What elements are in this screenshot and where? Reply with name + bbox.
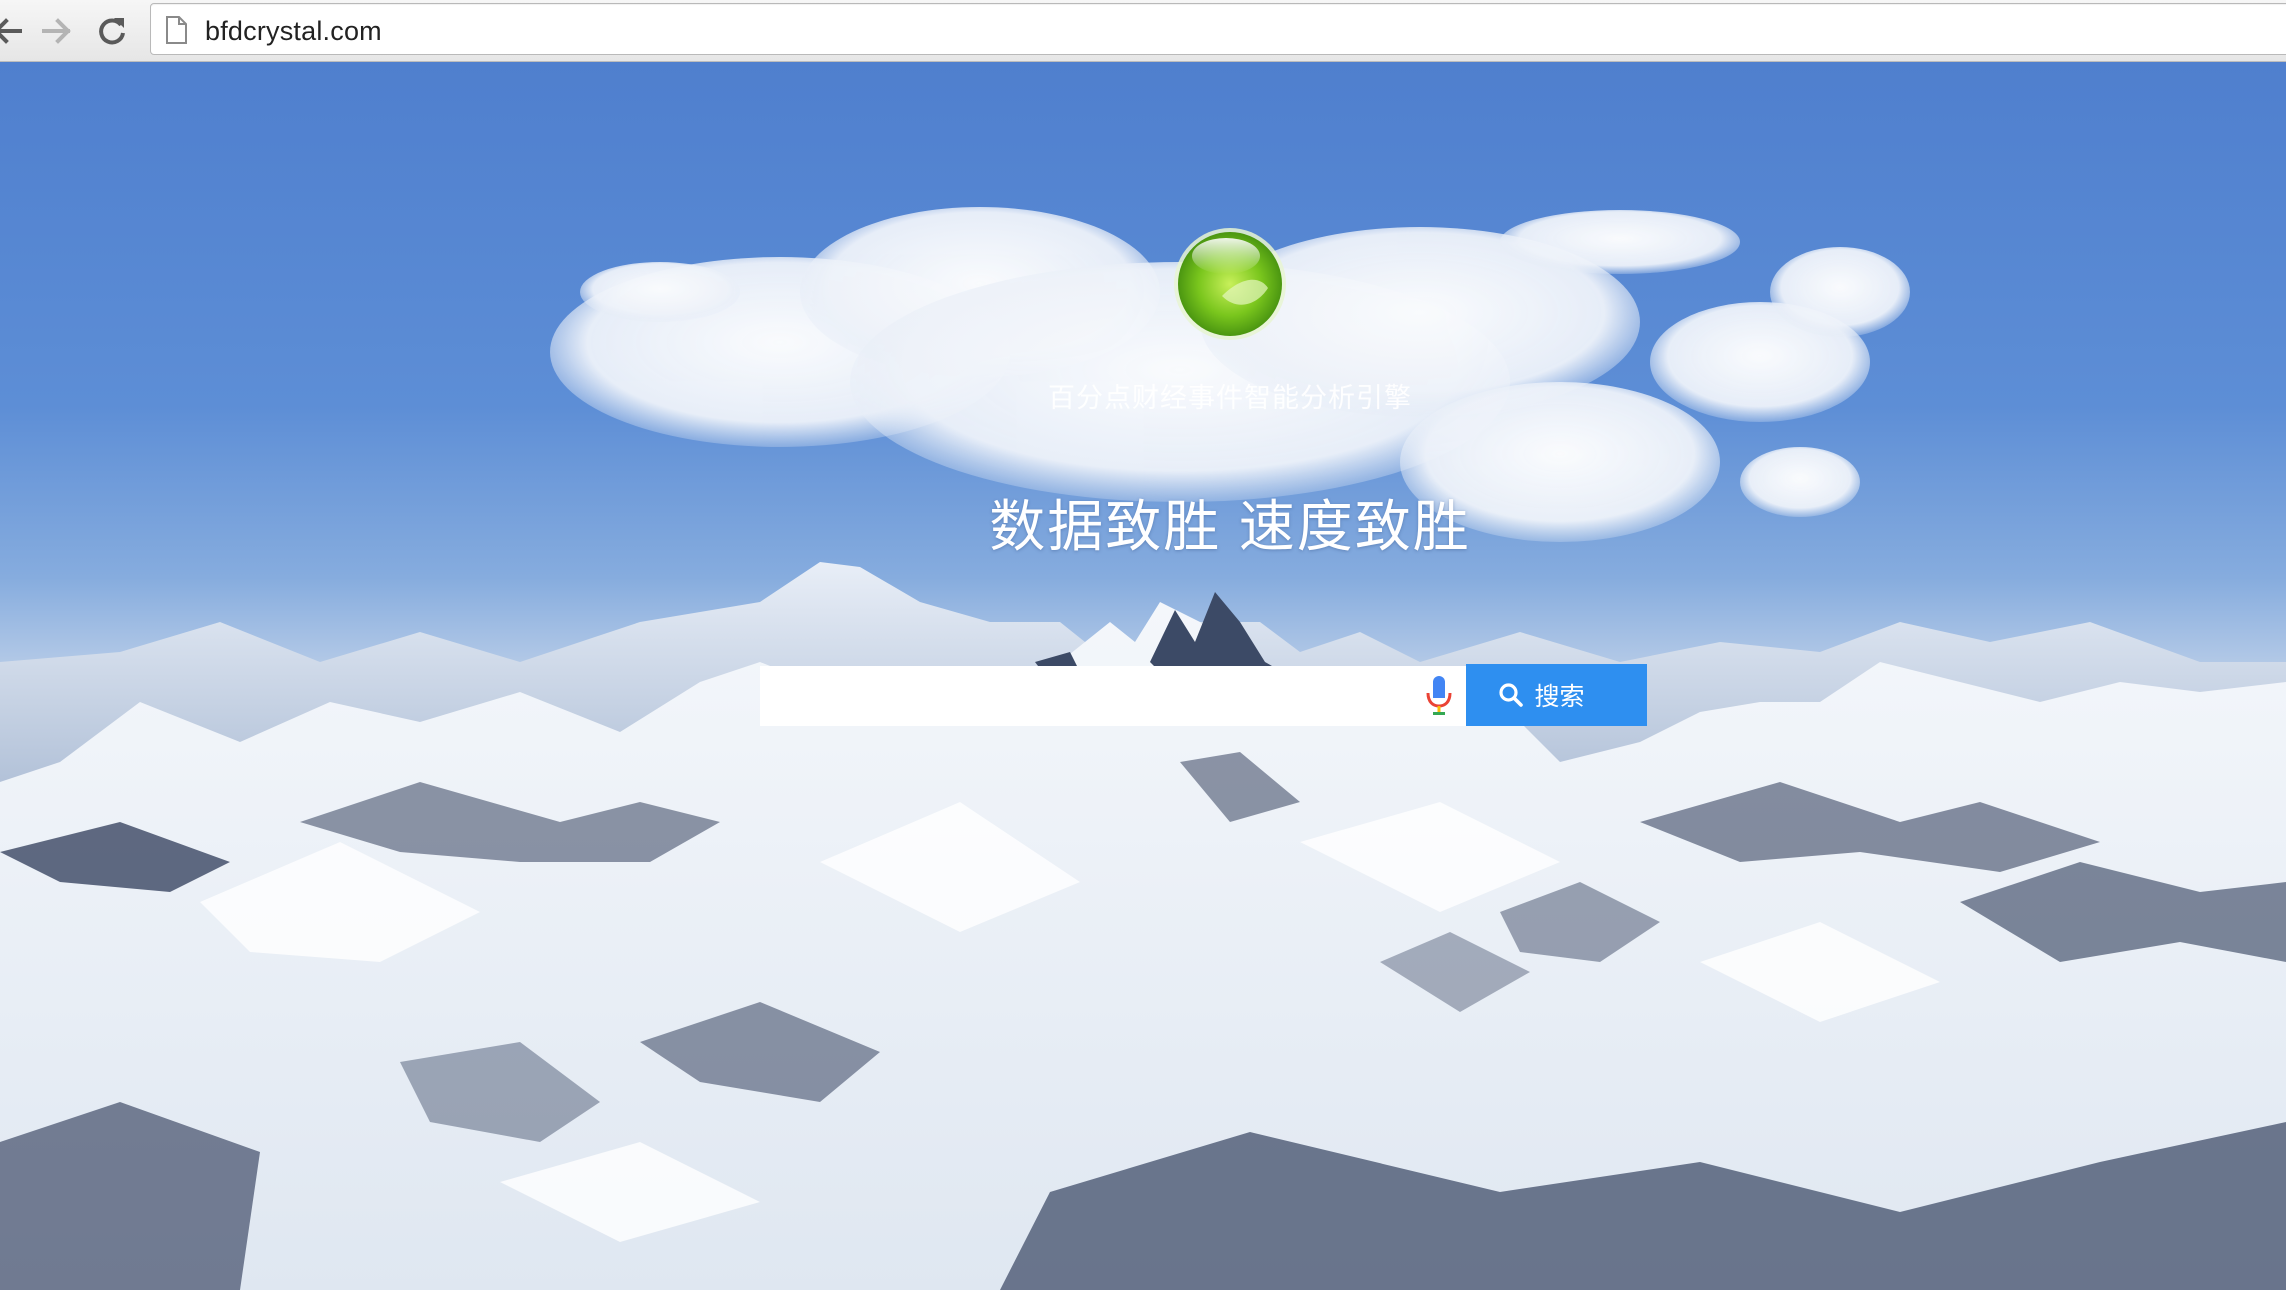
slogan-heading: 数据致胜 速度致胜 (989, 495, 1471, 558)
search-form: 搜索 (760, 664, 1648, 726)
back-button[interactable] (0, 9, 30, 53)
search-button[interactable]: 搜索 (1466, 664, 1647, 726)
microphone-icon[interactable] (1424, 674, 1454, 718)
page-viewport: 百分点财经事件智能分析引擎 数据致胜 速度致胜 搜索 (0, 62, 2286, 1290)
page-icon (166, 16, 187, 44)
url-text: bfdcrystal.com (205, 16, 382, 46)
search-icon (1499, 683, 1524, 707)
forward-button[interactable] (34, 9, 78, 53)
reload-button[interactable] (90, 9, 134, 53)
search-button-label: 搜索 (1534, 682, 1585, 711)
green-sphere-logo (1174, 228, 1286, 340)
forward-arrow-icon (42, 18, 71, 44)
tagline: 百分点财经事件智能分析引擎 (1048, 383, 1412, 413)
browser-toolbar: bfdcrystal.com (0, 0, 2286, 62)
search-input[interactable] (760, 666, 1466, 726)
address-bar[interactable]: bfdcrystal.com (150, 3, 2286, 55)
back-arrow-icon (0, 18, 22, 44)
reload-icon (99, 18, 125, 45)
